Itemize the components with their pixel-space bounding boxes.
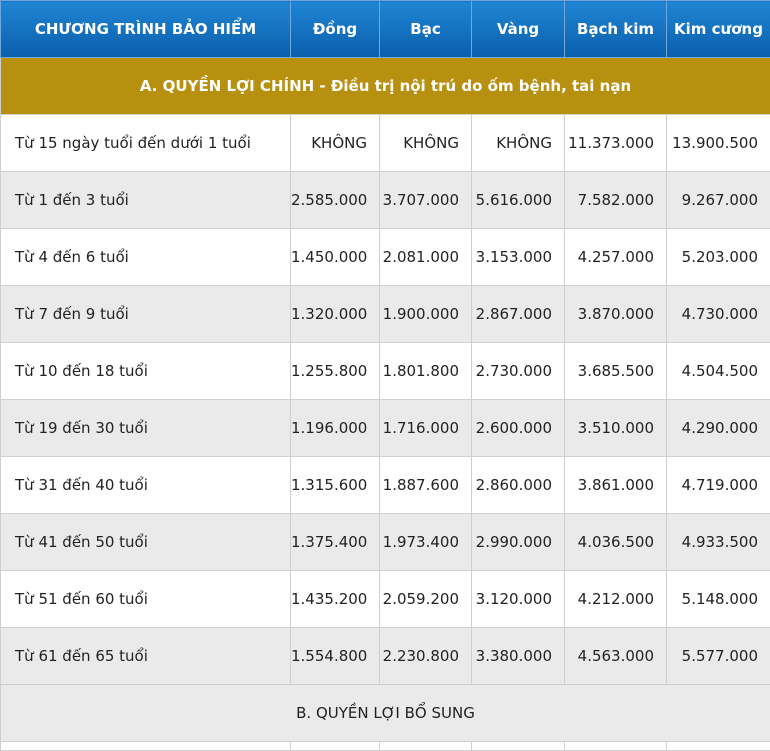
age-range-label: Từ 41 đến 50 tuổi [1,514,291,571]
table-row: Từ 51 đến 60 tuổi1.435.2002.059.2003.120… [1,571,770,628]
premium-value: 4.719.000 [667,457,770,514]
premium-value: 5.203.000 [667,229,770,286]
premium-value: 1.320.000 [291,286,380,343]
premium-value: 4.036.500 [565,514,667,571]
premium-value: 1.255.800 [291,343,380,400]
premium-value: 5.577.000 [667,628,770,685]
premium-value: 4.290.000 [667,400,770,457]
premium-value: 1.435.200 [291,571,380,628]
premium-value: 1.375.400 [291,514,380,571]
premium-value: 3.707.000 [380,172,472,229]
premium-value: 3.870.000 [565,286,667,343]
premium-value: 3.120.000 [472,571,565,628]
premium-value: 3.510.000 [565,400,667,457]
premium-value: 2.585.000 [291,172,380,229]
header-program: CHƯƠNG TRÌNH BẢO HIỂM [1,1,291,58]
premium-value: 2.230.800 [380,628,472,685]
premium-value: 2.059.200 [380,571,472,628]
header-row: CHƯƠNG TRÌNH BẢO HIỂM Đồng Bạc Vàng Bạch… [1,1,770,58]
premium-value: 2.730.000 [472,343,565,400]
table-row: Từ 10 đến 18 tuổi1.255.8001.801.8002.730… [1,343,770,400]
premium-value: 3.380.000 [472,628,565,685]
premium-value: 9.267.000 [667,172,770,229]
premium-value: 3.685.500 [565,343,667,400]
insurance-premium-table: CHƯƠNG TRÌNH BẢO HIỂM Đồng Bạc Vàng Bạch… [0,0,770,751]
empty-cell [667,742,770,751]
premium-value: KHÔNG [291,115,380,172]
table-row: Từ 1 đến 3 tuổi2.585.0003.707.0005.616.0… [1,172,770,229]
table-row: Từ 41 đến 50 tuổi1.375.4001.973.4002.990… [1,514,770,571]
premium-value: 5.616.000 [472,172,565,229]
premium-value: KHÔNG [380,115,472,172]
age-range-label: Từ 31 đến 40 tuổi [1,457,291,514]
empty-cell [565,742,667,751]
empty-cell [472,742,565,751]
premium-value: 11.373.000 [565,115,667,172]
section-a-title: A. QUYỀN LỢI CHÍNH - Điều trị nội trú do… [1,58,770,115]
header-plan-bach-kim: Bạch kim [565,1,667,58]
premium-value: 4.257.000 [565,229,667,286]
age-range-label: Từ 51 đến 60 tuổi [1,571,291,628]
premium-value: 1.450.000 [291,229,380,286]
premium-value: 4.212.000 [565,571,667,628]
header-plan-vang: Vàng [472,1,565,58]
premium-value: 13.900.500 [667,115,770,172]
age-range-label: Từ 7 đến 9 tuổi [1,286,291,343]
age-range-label: Từ 10 đến 18 tuổi [1,343,291,400]
table-row: Từ 31 đến 40 tuổi1.315.6001.887.6002.860… [1,457,770,514]
empty-cell [380,742,472,751]
header-plan-kim-cuong: Kim cương [667,1,770,58]
section-a-row: A. QUYỀN LỢI CHÍNH - Điều trị nội trú do… [1,58,770,115]
premium-value: 3.153.000 [472,229,565,286]
premium-value: 4.563.000 [565,628,667,685]
table-row-partial [1,742,770,751]
premium-value: 2.600.000 [472,400,565,457]
premium-value: 2.990.000 [472,514,565,571]
premium-value: 1.973.400 [380,514,472,571]
section-b-title: B. QUYỀN LỢI BỔ SUNG [1,685,770,742]
premium-value: 2.081.000 [380,229,472,286]
premium-value: 1.315.600 [291,457,380,514]
header-plan-bac: Bạc [380,1,472,58]
premium-value: 4.730.000 [667,286,770,343]
empty-cell [1,742,291,751]
premium-value: KHÔNG [472,115,565,172]
premium-value: 1.900.000 [380,286,472,343]
table-row: Từ 7 đến 9 tuổi1.320.0001.900.0002.867.0… [1,286,770,343]
table-header: CHƯƠNG TRÌNH BẢO HIỂM Đồng Bạc Vàng Bạch… [1,1,770,58]
age-range-label: Từ 61 đến 65 tuổi [1,628,291,685]
empty-cell [291,742,380,751]
table-row: Từ 4 đến 6 tuổi1.450.0002.081.0003.153.0… [1,229,770,286]
premium-value: 3.861.000 [565,457,667,514]
premium-value: 1.196.000 [291,400,380,457]
premium-value: 2.860.000 [472,457,565,514]
table-row: Từ 61 đến 65 tuổi1.554.8002.230.8003.380… [1,628,770,685]
premium-value: 4.933.500 [667,514,770,571]
section-b-row: B. QUYỀN LỢI BỔ SUNG [1,685,770,742]
table-row: Từ 19 đến 30 tuổi1.196.0001.716.0002.600… [1,400,770,457]
premium-value: 1.554.800 [291,628,380,685]
premium-value: 4.504.500 [667,343,770,400]
age-range-label: Từ 19 đến 30 tuổi [1,400,291,457]
header-plan-dong: Đồng [291,1,380,58]
premium-value: 1.801.800 [380,343,472,400]
premium-value: 1.716.000 [380,400,472,457]
premium-value: 5.148.000 [667,571,770,628]
table-body: A. QUYỀN LỢI CHÍNH - Điều trị nội trú do… [1,58,770,751]
age-range-label: Từ 4 đến 6 tuổi [1,229,291,286]
age-range-label: Từ 15 ngày tuổi đến dưới 1 tuổi [1,115,291,172]
table-row: Từ 15 ngày tuổi đến dưới 1 tuổiKHÔNGKHÔN… [1,115,770,172]
premium-value: 2.867.000 [472,286,565,343]
premium-value: 1.887.600 [380,457,472,514]
premium-value: 7.582.000 [565,172,667,229]
age-range-label: Từ 1 đến 3 tuổi [1,172,291,229]
